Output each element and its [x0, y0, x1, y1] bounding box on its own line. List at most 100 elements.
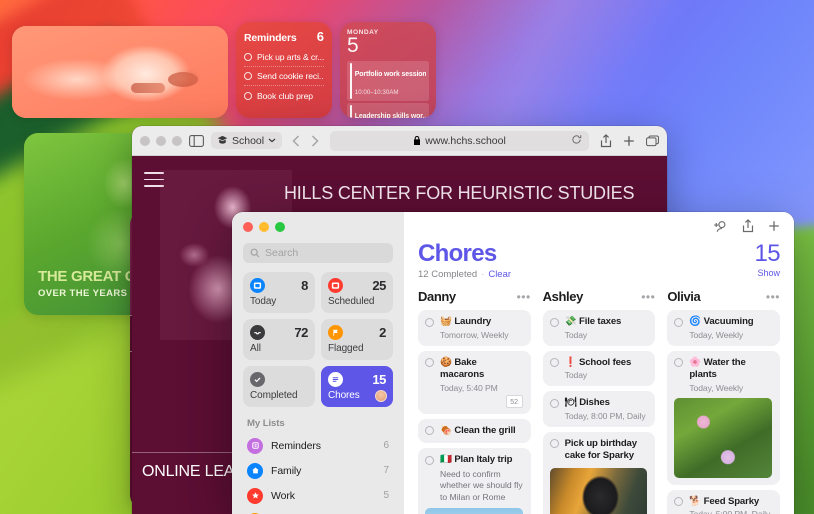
calendar-event[interactable]: Portfolio work session 10:00–10:30AM — [347, 60, 429, 101]
inbox-glyph — [254, 332, 261, 335]
task-attachment-image[interactable] — [425, 508, 523, 514]
list-count: 6 — [383, 440, 389, 451]
task-checkbox[interactable] — [674, 497, 684, 507]
task-checkbox[interactable] — [674, 358, 684, 368]
task-checkbox[interactable] — [425, 317, 434, 327]
widget-reminder-label: Pick up arts & cr... — [257, 51, 324, 62]
site-banner-title: HILLS CENTER FOR HEURISTIC STUDIES — [284, 183, 635, 203]
task-item[interactable]: 🍪 Bake macarons Today, 5:40 PM 52 — [418, 350, 531, 414]
minimize-button[interactable] — [259, 222, 269, 232]
close-button[interactable] — [243, 222, 253, 232]
address-bar[interactable]: www.hchs.school — [330, 130, 589, 151]
show-button[interactable]: Show — [755, 268, 780, 278]
task-title: Plan Italy trip — [454, 454, 513, 466]
photos-widget[interactable] — [12, 26, 228, 118]
house-icon — [247, 462, 263, 479]
sidebar-item-reminders[interactable]: Reminders 6 — [243, 433, 393, 458]
search-input[interactable]: Search — [243, 243, 393, 263]
add-reminder-icon[interactable] — [768, 220, 780, 232]
smart-list-all[interactable]: 72 All — [243, 319, 315, 360]
close-button[interactable] — [140, 135, 150, 146]
minimize-button[interactable] — [156, 135, 166, 146]
url-text: www.hchs.school — [425, 134, 506, 147]
reminders-toolbar — [418, 212, 780, 240]
task-checkbox[interactable] — [549, 358, 559, 368]
task-item[interactable]: 🍖 Clean the grill — [418, 418, 531, 444]
clear-button[interactable]: Clear — [488, 269, 511, 280]
task-item[interactable]: 🐕 Feed Sparky Today, 5:00 PM, Daily — [667, 489, 781, 514]
tab-group-chip[interactable]: School — [211, 132, 283, 149]
smart-list-scheduled[interactable]: 25 Scheduled — [321, 272, 393, 313]
task-item[interactable]: 💸 File taxes Today — [542, 310, 656, 346]
reminders-widget[interactable]: Reminders 6 Pick up arts & cr... Send co… — [236, 22, 332, 118]
task-checkbox[interactable] — [549, 317, 559, 327]
task-attachment-image[interactable] — [549, 467, 648, 514]
task-checkbox[interactable] — [425, 426, 434, 436]
checkbox-circle-icon[interactable] — [244, 91, 252, 100]
dog-photo-image — [12, 26, 228, 118]
widget-reminder-item[interactable]: Book club prep — [244, 86, 324, 105]
back-icon[interactable] — [292, 134, 300, 147]
forward-icon[interactable] — [311, 134, 319, 147]
column-menu-icon[interactable]: ••• — [766, 291, 780, 303]
column-menu-icon[interactable]: ••• — [517, 291, 531, 303]
maximize-button[interactable] — [275, 222, 285, 232]
task-emoji: 🍖 — [440, 424, 452, 436]
task-title: File taxes — [578, 316, 622, 328]
task-item[interactable]: Pick up birthday cake for Sparky — [542, 431, 656, 514]
checkbox-circle-icon[interactable] — [244, 52, 252, 61]
all-icon — [250, 325, 265, 340]
reminders-window[interactable]: Search 8 Today 25 Scheduled 72 All 2 Fla… — [232, 212, 794, 514]
list-glyph — [332, 377, 339, 382]
task-checkbox[interactable] — [425, 455, 434, 465]
calendar-event[interactable]: Leadership skills wor... 11AM–12PM — [347, 103, 429, 118]
maximize-button[interactable] — [172, 135, 182, 146]
calendar-widget[interactable]: MONDAY 5 Portfolio work session 10:00–10… — [340, 22, 436, 118]
column-olivia: Olivia ••• 🌀 Vacuuming Today, Weekly 🌸 W… — [667, 289, 781, 514]
task-item[interactable]: 🌸 Water the plants Today, Weekly — [667, 350, 781, 485]
smart-list-today[interactable]: 8 Today — [243, 272, 315, 313]
window-controls[interactable] — [140, 135, 182, 146]
window-controls[interactable] — [243, 222, 393, 232]
star-glyph — [251, 492, 259, 499]
reminders-main: Chores 12 Completed · Clear 15 Show Dann… — [404, 212, 794, 514]
widget-reminder-item[interactable]: Pick up arts & cr... — [244, 47, 324, 67]
widget-reminder-item[interactable]: Send cookie reci... — [244, 67, 324, 86]
add-person-icon[interactable] — [713, 220, 728, 233]
task-note: Need to confirm whether we should fly to… — [440, 468, 523, 502]
smart-list-flagged[interactable]: 2 Flagged — [321, 319, 393, 360]
new-tab-icon[interactable] — [623, 135, 635, 147]
sidebar-item-work[interactable]: Work 5 — [243, 483, 393, 508]
task-badge: 52 — [505, 394, 523, 408]
task-item[interactable]: 🌀 Vacuuming Today, Weekly — [667, 310, 781, 346]
task-checkbox[interactable] — [674, 317, 684, 327]
column-menu-icon[interactable]: ••• — [641, 291, 655, 303]
task-item[interactable]: 🇮🇹 Plan Italy trip Need to confirm wheth… — [418, 448, 531, 514]
reload-icon[interactable] — [571, 132, 582, 150]
sidebar-toggle-icon[interactable] — [189, 134, 204, 147]
sidebar-item-family[interactable]: Family 7 — [243, 458, 393, 483]
task-checkbox[interactable] — [425, 358, 434, 368]
task-emoji: 🍪 — [440, 356, 452, 368]
task-checkbox[interactable] — [549, 398, 559, 408]
check-glyph — [254, 377, 261, 383]
reminders-list-icon — [247, 437, 263, 454]
desktop: Reminders 6 Pick up arts & cr... Send co… — [0, 0, 814, 514]
my-lists-header: My Lists — [247, 418, 285, 429]
tab-overview-icon[interactable] — [646, 134, 659, 147]
task-attachment-image[interactable] — [674, 397, 773, 478]
smart-list-completed[interactable]: Completed — [243, 366, 315, 407]
task-title: Clean the grill — [454, 424, 516, 436]
task-emoji: 🍽 — [564, 397, 577, 409]
smart-list-chores[interactable]: 15 Chores — [321, 366, 393, 407]
share-icon[interactable] — [742, 219, 754, 233]
task-item[interactable]: 🧺 Laundry Tomorrow, Weekly — [418, 310, 531, 346]
task-checkbox[interactable] — [549, 439, 559, 449]
lock-icon — [414, 135, 421, 145]
task-item[interactable]: 🍽 Dishes Today, 8:00 PM, Daily — [542, 391, 656, 427]
reminders-sidebar: Search 8 Today 25 Scheduled 72 All 2 Fla… — [232, 212, 404, 514]
share-icon[interactable] — [600, 133, 612, 148]
sidebar-item-groceries[interactable]: Groceries 11 — [243, 508, 393, 514]
task-item[interactable]: ❗ School fees Today — [542, 350, 656, 387]
checkbox-circle-icon[interactable] — [244, 72, 252, 80]
